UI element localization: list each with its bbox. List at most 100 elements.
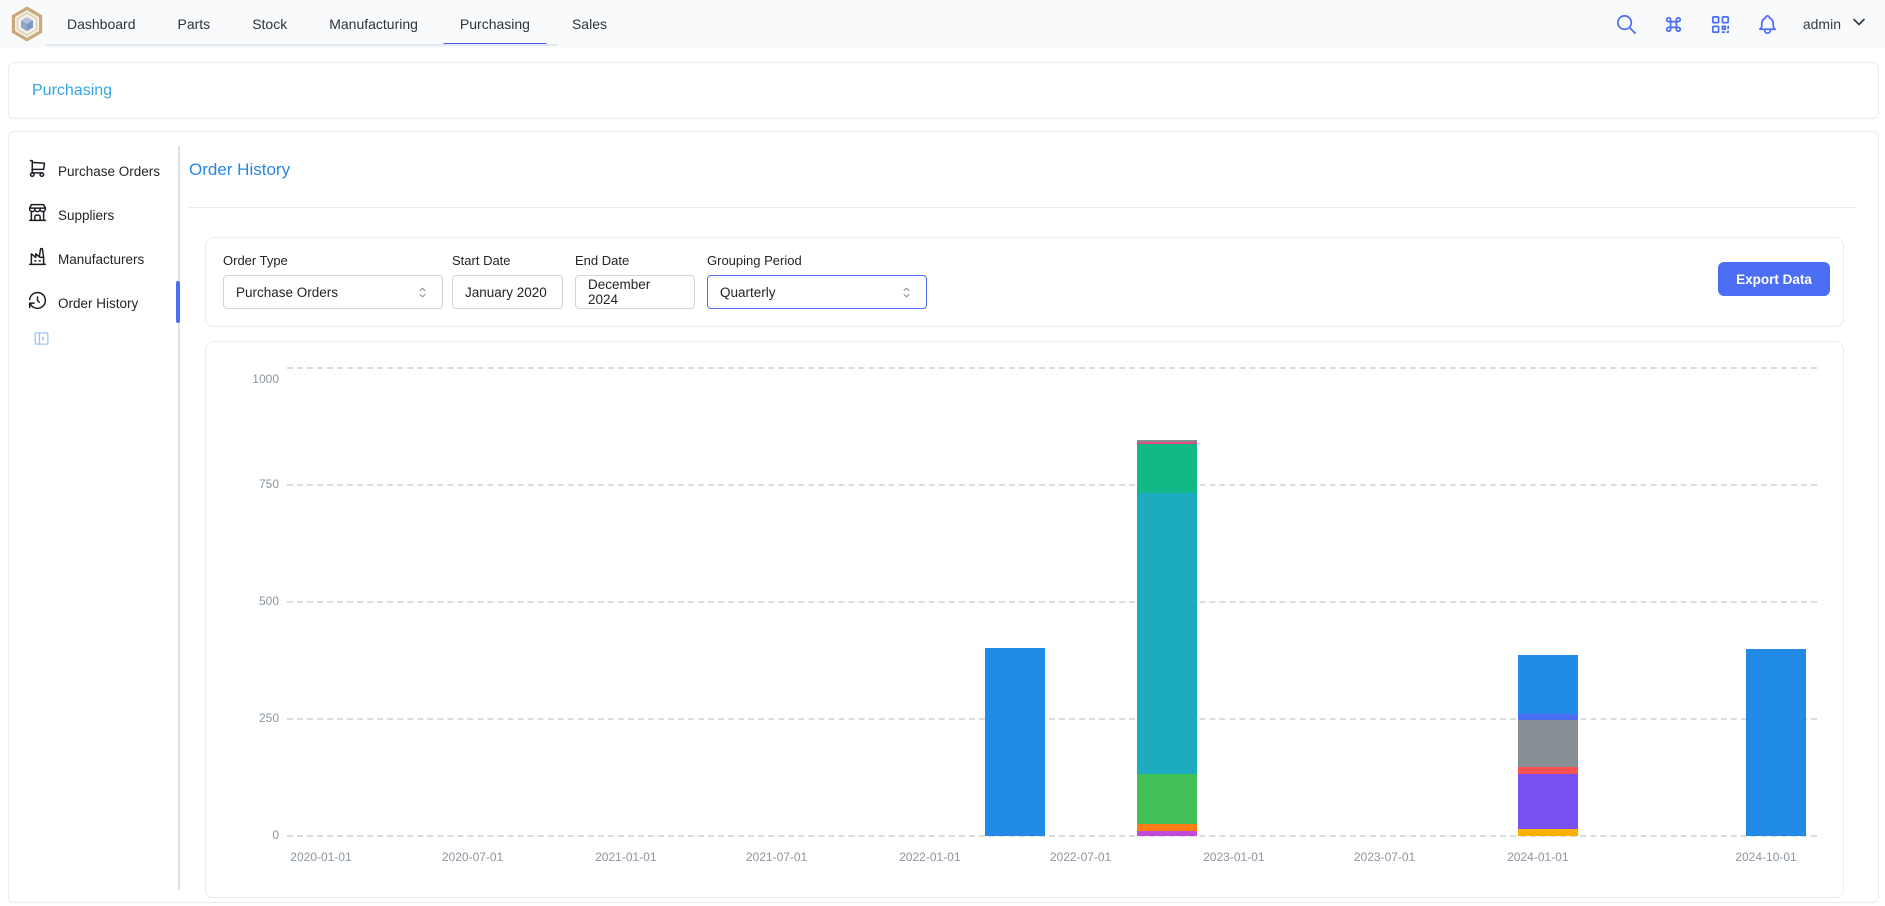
sidebar-divider [178, 146, 180, 890]
stacked-bar-2022-10-01 [1137, 440, 1197, 836]
breadcrumb: Purchasing [8, 62, 1879, 119]
bar-segment-blue[interactable] [985, 648, 1045, 836]
y-axis-tick-label: 250 [206, 711, 279, 725]
main-nav-tabs: Dashboard Parts Stock Manufacturing Purc… [46, 0, 628, 47]
sidebar-item-label: Suppliers [58, 208, 114, 223]
order-type-label: Order Type [223, 253, 443, 268]
stacked-bar-2022-04-01 [985, 648, 1045, 836]
x-axis-tick-label: 2021-07-01 [717, 850, 837, 864]
bar-segment-cyan[interactable] [1137, 493, 1197, 775]
stacked-bar-2024-01-01 [1518, 655, 1578, 836]
start-date-input[interactable]: January 2020 [452, 275, 563, 309]
x-axis-tick-label: 2023-01-01 [1174, 850, 1294, 864]
page-title: Order History [189, 160, 290, 180]
bar-segment-amber[interactable] [1518, 829, 1578, 836]
top-navbar: Dashboard Parts Stock Manufacturing Purc… [0, 0, 1885, 48]
tab-stock[interactable]: Stock [231, 0, 308, 47]
collapse-sidebar-icon[interactable] [33, 330, 50, 347]
order-history-chart: 0 250 500 750 1000 2020-01-01 2020-07-01 2021-0… [205, 341, 1844, 898]
x-axis-tick-label: 2020-01-01 [261, 850, 381, 864]
x-axis-tick-label: 2021-01-01 [566, 850, 686, 864]
x-axis-tick-label: 2024-10-01 [1706, 850, 1826, 864]
qrcode-scan-icon[interactable] [1709, 12, 1733, 36]
sidebar-item-label: Manufacturers [58, 252, 144, 267]
bar-segment-blue[interactable] [1746, 649, 1806, 836]
navbar-actions: admin [1615, 0, 1869, 48]
history-clock-icon [27, 290, 48, 316]
chart-plot-area [287, 368, 1817, 836]
shopping-cart-icon [27, 158, 48, 184]
y-axis-tick-label: 0 [206, 828, 279, 842]
gridline-500 [287, 601, 1817, 603]
y-axis-tick-label: 1000 [206, 372, 279, 386]
tab-label: Sales [572, 16, 607, 32]
sidebar-item-suppliers[interactable]: Suppliers [27, 198, 177, 232]
command-icon[interactable] [1662, 12, 1686, 36]
order-type-filter: Order Type Purchase Orders [223, 253, 443, 309]
filter-toolbar: Order Type Purchase Orders Start Date Ja… [205, 237, 1844, 327]
chevron-down-icon [1849, 12, 1869, 37]
tab-dashboard[interactable]: Dashboard [46, 0, 157, 47]
app-logo-icon[interactable] [8, 5, 46, 43]
bar-segment-green[interactable] [1137, 774, 1197, 824]
user-menu[interactable]: admin [1803, 12, 1869, 37]
sidebar-item-manufacturers[interactable]: Manufacturers [27, 242, 177, 276]
tab-purchasing[interactable]: Purchasing [439, 0, 551, 47]
end-date-filter: End Date December 2024 [575, 253, 695, 309]
x-axis-tick-label: 2020-07-01 [413, 850, 533, 864]
tab-label: Purchasing [460, 16, 530, 32]
grouping-period-label: Grouping Period [707, 253, 927, 268]
x-axis-tick-label: 2023-07-01 [1325, 850, 1445, 864]
grouping-period-filter: Grouping Period Quarterly [707, 253, 927, 309]
gridline-750 [287, 484, 1817, 486]
bar-segment-blue[interactable] [1518, 655, 1578, 714]
username: admin [1803, 16, 1841, 32]
bar-segment-violet[interactable] [1518, 774, 1578, 829]
x-axis-tick-label: 2024-01-01 [1478, 850, 1598, 864]
gridline-0 [287, 835, 1817, 837]
stacked-bar-2024-10-01 [1746, 649, 1806, 836]
tabs-underline [46, 44, 558, 46]
end-date-input[interactable]: December 2024 [575, 275, 695, 309]
grouping-period-select[interactable]: Quarterly [707, 275, 927, 309]
y-axis-tick-label: 500 [206, 594, 279, 608]
tab-sales[interactable]: Sales [551, 0, 628, 47]
y-axis-tick-label: 750 [206, 477, 279, 491]
bar-segment-teal[interactable] [1137, 444, 1197, 492]
selector-updown-icon [415, 285, 430, 300]
bell-icon[interactable] [1756, 12, 1780, 36]
search-icon[interactable] [1615, 12, 1639, 36]
tab-parts[interactable]: Parts [157, 0, 232, 47]
tab-label: Manufacturing [329, 16, 418, 32]
start-date-label: Start Date [452, 253, 563, 268]
selector-updown-icon [899, 285, 914, 300]
order-type-value: Purchase Orders [236, 285, 338, 300]
end-date-value: December 2024 [588, 277, 682, 307]
sidebar-item-purchase-orders[interactable]: Purchase Orders [27, 154, 177, 188]
tab-label: Parts [178, 16, 211, 32]
divider [189, 207, 1857, 208]
start-date-filter: Start Date January 2020 [452, 253, 563, 309]
sidebar-item-label: Purchase Orders [58, 164, 160, 179]
sidebar-item-order-history[interactable]: Order History [27, 286, 177, 320]
x-axis-tick-label: 2022-01-01 [870, 850, 990, 864]
tab-label: Stock [252, 16, 287, 32]
grouping-period-value: Quarterly [720, 285, 776, 300]
bar-segment-gray[interactable] [1518, 720, 1578, 767]
building-store-icon [27, 202, 48, 228]
tab-label: Dashboard [67, 16, 136, 32]
order-type-select[interactable]: Purchase Orders [223, 275, 443, 309]
export-data-button[interactable]: Export Data [1718, 262, 1830, 296]
start-date-value: January 2020 [465, 285, 547, 300]
gridline-1000 [287, 367, 1817, 369]
sidebar-item-label: Order History [58, 296, 138, 311]
x-axis-tick-label: 2022-07-01 [1021, 850, 1141, 864]
tab-manufacturing[interactable]: Manufacturing [308, 0, 439, 47]
bar-segment-grape[interactable] [1137, 831, 1197, 836]
bar-segment-orange[interactable] [1137, 824, 1197, 831]
gridline-250 [287, 718, 1817, 720]
sidebar-active-indicator [176, 281, 180, 323]
breadcrumb-purchasing-link[interactable]: Purchasing [32, 82, 112, 100]
end-date-label: End Date [575, 253, 695, 268]
purchasing-panel: Purchase Orders Suppliers Manufacturers … [8, 131, 1879, 903]
